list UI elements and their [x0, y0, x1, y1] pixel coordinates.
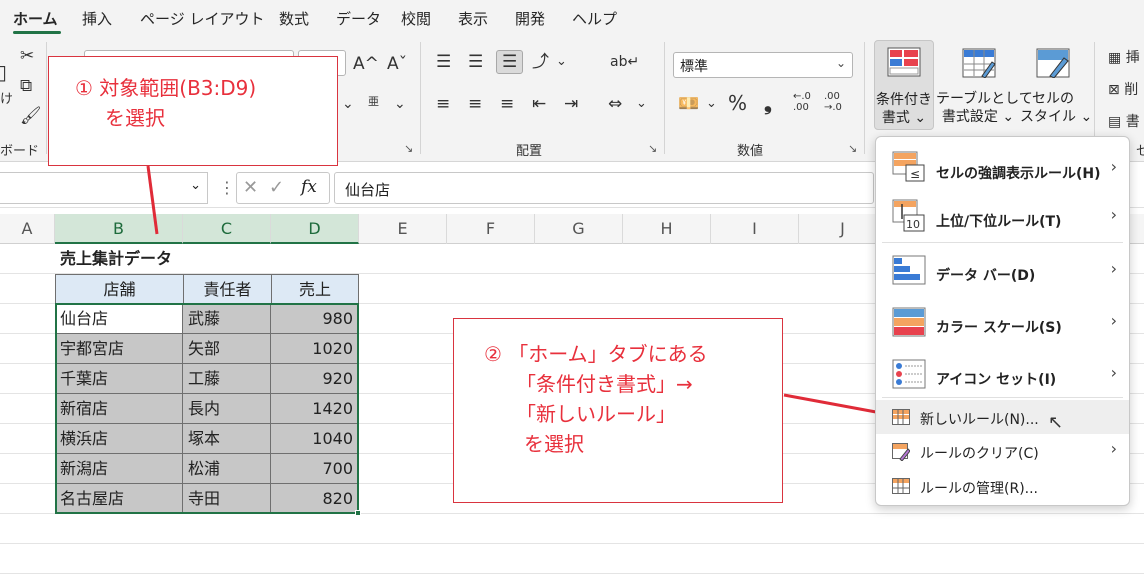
callout1-pointer — [146, 165, 159, 235]
callout2-line2: 「条件付き書式」→ — [516, 372, 693, 396]
svg-text:10: 10 — [906, 218, 920, 231]
clear-rules-icon — [892, 443, 910, 461]
menu-item-label: セルの強調表示ルール(H) — [936, 166, 1101, 182]
chevron-right-icon: › — [1110, 259, 1117, 278]
chevron-right-icon: › — [1110, 363, 1117, 382]
top-bottom-icon: 10 — [892, 199, 925, 232]
mouse-cursor-icon: ↖ — [1048, 412, 1064, 433]
chevron-right-icon: › — [1110, 311, 1117, 330]
menu-item-color-scales[interactable]: カラー スケール(S) › — [876, 297, 1129, 347]
highlight-rules-icon: ≤ — [892, 151, 925, 182]
menu-divider — [882, 242, 1123, 243]
conditional-formatting-menu: ≤ セルの強調表示ルール(H) › 10 上位/下位ルール(T) › データ バ… — [875, 136, 1130, 506]
menu-item-label: カラー スケール(S) — [936, 320, 1062, 336]
menu-item-label: ルールのクリア(C) — [920, 446, 1039, 462]
new-rule-icon — [892, 409, 910, 425]
chevron-right-icon: › — [1110, 439, 1117, 458]
menu-divider — [882, 397, 1123, 398]
svg-text:≤: ≤ — [910, 167, 920, 181]
callout2-pointer — [783, 393, 877, 414]
menu-item-clear-rules[interactable]: ルールのクリア(C) › — [876, 435, 1129, 469]
menu-item-label: データ バー(D) — [936, 268, 1036, 284]
callout2-line3: 「新しいルール」 — [516, 402, 676, 426]
data-bar-icon — [892, 255, 926, 285]
callout1-line1: ① 対象範囲(B3:D9) — [75, 76, 257, 100]
icon-set-icon — [892, 359, 926, 389]
callout2-line4: を選択 — [524, 432, 584, 456]
chevron-right-icon: › — [1110, 157, 1117, 176]
menu-item-label: アイコン セット(I) — [936, 372, 1057, 388]
menu-item-label: 上位/下位ルール(T) — [936, 214, 1062, 230]
chevron-right-icon: › — [1110, 205, 1117, 224]
menu-item-manage-rules[interactable]: ルールの管理(R)... — [876, 470, 1129, 504]
menu-item-label: 新しいルール(N)... — [920, 412, 1039, 428]
menu-item-highlight-rules[interactable]: ≤ セルの強調表示ルール(H) › — [876, 141, 1129, 191]
manage-rules-icon — [892, 478, 910, 494]
callout2-line1: ② 「ホーム」タブにある — [484, 342, 708, 366]
menu-item-icon-sets[interactable]: アイコン セット(I) › — [876, 349, 1129, 399]
menu-item-data-bars[interactable]: データ バー(D) › — [876, 245, 1129, 295]
callout1-line2: を選択 — [105, 106, 165, 130]
color-scale-icon — [892, 307, 926, 337]
menu-item-new-rule[interactable]: 新しいルール(N)... ↖ — [876, 400, 1129, 434]
callout-step1: ① 対象範囲(B3:D9) を選択 — [48, 56, 338, 166]
callout-step2: ② 「ホーム」タブにある 「条件付き書式」→ 「新しいルール」 を選択 — [453, 318, 783, 503]
menu-item-top-bottom[interactable]: 10 上位/下位ルール(T) › — [876, 191, 1129, 241]
menu-item-label: ルールの管理(R)... — [920, 481, 1039, 497]
